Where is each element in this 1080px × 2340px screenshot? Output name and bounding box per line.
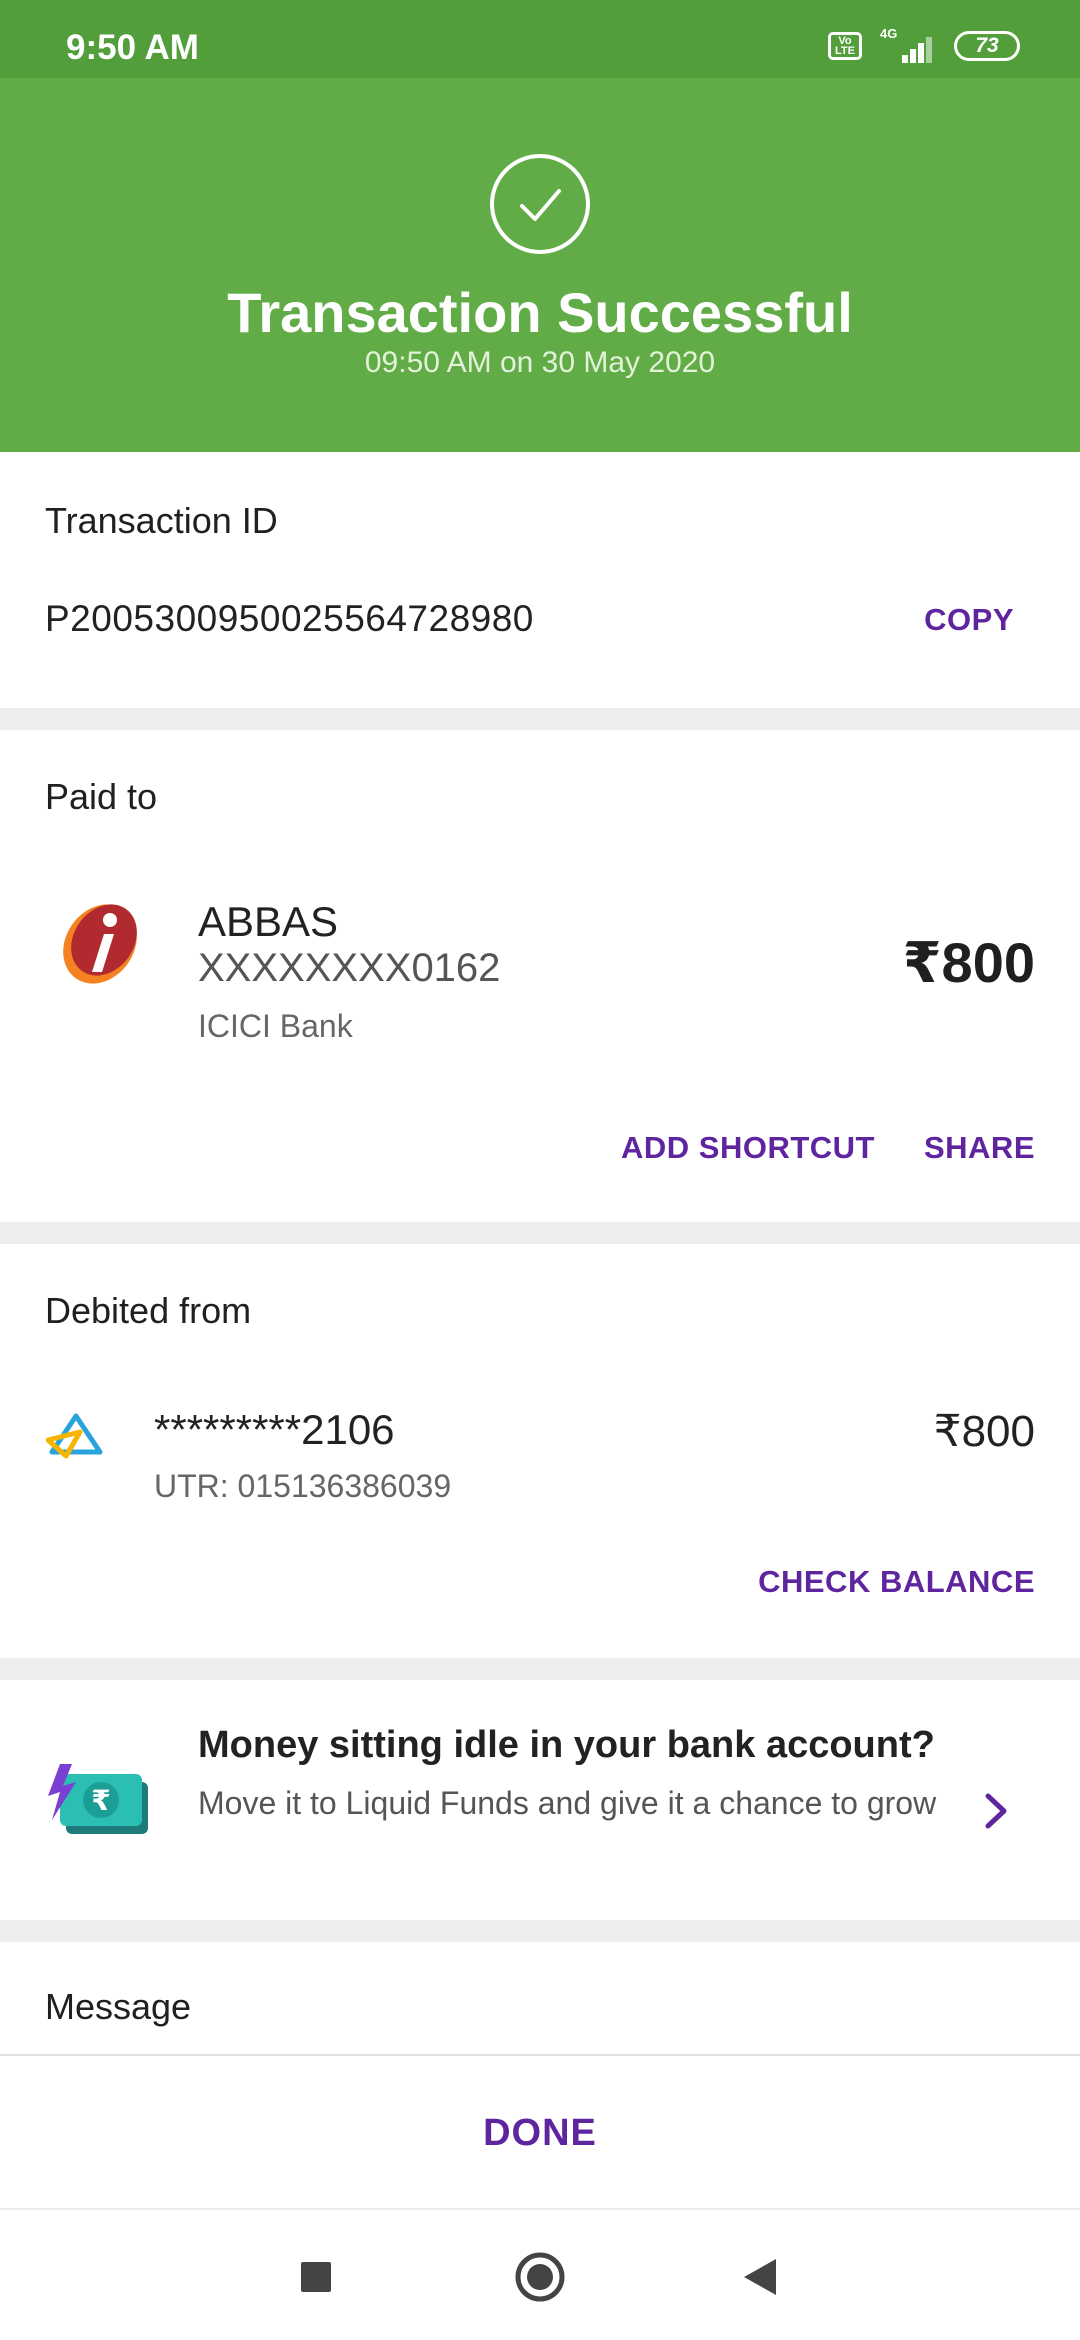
paid-amount: ₹800 — [902, 931, 1035, 994]
network-type-label: 4G — [880, 26, 898, 41]
sbi-bank-logo — [45, 1412, 104, 1460]
copy-button[interactable]: COPY — [924, 602, 1014, 638]
debited-from-heading: Debited from — [45, 1290, 252, 1331]
section-divider — [0, 1920, 1080, 1942]
promo-description: Move it to Liquid Funds and give it a ch… — [198, 1785, 937, 1821]
system-navigation-bar — [0, 2210, 1080, 2340]
transaction-id-value: P2005300950025564728980 — [45, 598, 534, 639]
paid-to-heading: Paid to — [45, 776, 158, 817]
chevron-right-icon[interactable] — [978, 1788, 1012, 1834]
section-divider — [0, 1658, 1080, 1680]
back-icon[interactable] — [738, 2250, 782, 2311]
system-icons: Vo LTE 4G 73 — [828, 26, 1020, 64]
message-heading: Message — [45, 1986, 192, 2027]
check-circle-icon — [490, 154, 590, 254]
home-icon[interactable] — [512, 2250, 568, 2311]
transaction-timestamp: 09:50 AM on 30 May 2020 — [364, 346, 716, 379]
share-button[interactable]: SHARE — [924, 1130, 1035, 1166]
transaction-id-heading: Transaction ID — [45, 500, 278, 541]
icici-bank-logo — [56, 900, 142, 990]
utr-number: UTR: 015136386039 — [154, 1468, 452, 1504]
promo-title: Money sitting idle in your bank account? — [198, 1724, 935, 1766]
status-bar: 9:50 AM Vo LTE 4G 73 — [0, 0, 1080, 78]
status-time: 9:50 AM — [66, 28, 199, 67]
check-balance-button[interactable]: CHECK BALANCE — [758, 1564, 1035, 1600]
debited-amount: ₹800 — [933, 1407, 1035, 1456]
section-divider — [0, 708, 1080, 730]
signal-icon: 4G — [880, 26, 936, 63]
svg-text:₹: ₹ — [91, 1784, 110, 1817]
recents-icon[interactable] — [298, 2250, 334, 2311]
done-bar: DONE — [0, 2054, 1080, 2210]
message-section: Message — [0, 1942, 1080, 2054]
success-title: Transaction Successful — [227, 281, 853, 344]
liquid-funds-promo[interactable]: ₹ Money sitting idle in your bank accoun… — [0, 1680, 1080, 1920]
volte-icon: Vo LTE — [828, 32, 862, 60]
debit-account-number: *********2106 — [154, 1406, 395, 1453]
success-header: Transaction Successful 09:50 AM on 30 Ma… — [0, 78, 1080, 452]
transaction-id-section: Transaction ID P2005300950025564728980 C… — [0, 452, 1080, 708]
payee-name: ABBAS — [198, 898, 339, 945]
done-button[interactable]: DONE — [0, 2112, 1080, 2155]
rupee-cash-icon: ₹ — [46, 1762, 152, 1846]
debited-from-section: Debited from *********2106 UTR: 01513638… — [0, 1244, 1080, 1658]
payee-bank-name: ICICI Bank — [198, 1008, 353, 1044]
payee-account-number: XXXXXXXX0162 — [198, 946, 501, 990]
paid-to-section: Paid to ABBAS XXXXXXXX0162 ICICI Bank ₹8… — [0, 730, 1080, 1222]
add-shortcut-button[interactable]: ADD SHORTCUT — [621, 1130, 875, 1166]
battery-icon: 73 — [954, 31, 1020, 61]
section-divider — [0, 1222, 1080, 1244]
